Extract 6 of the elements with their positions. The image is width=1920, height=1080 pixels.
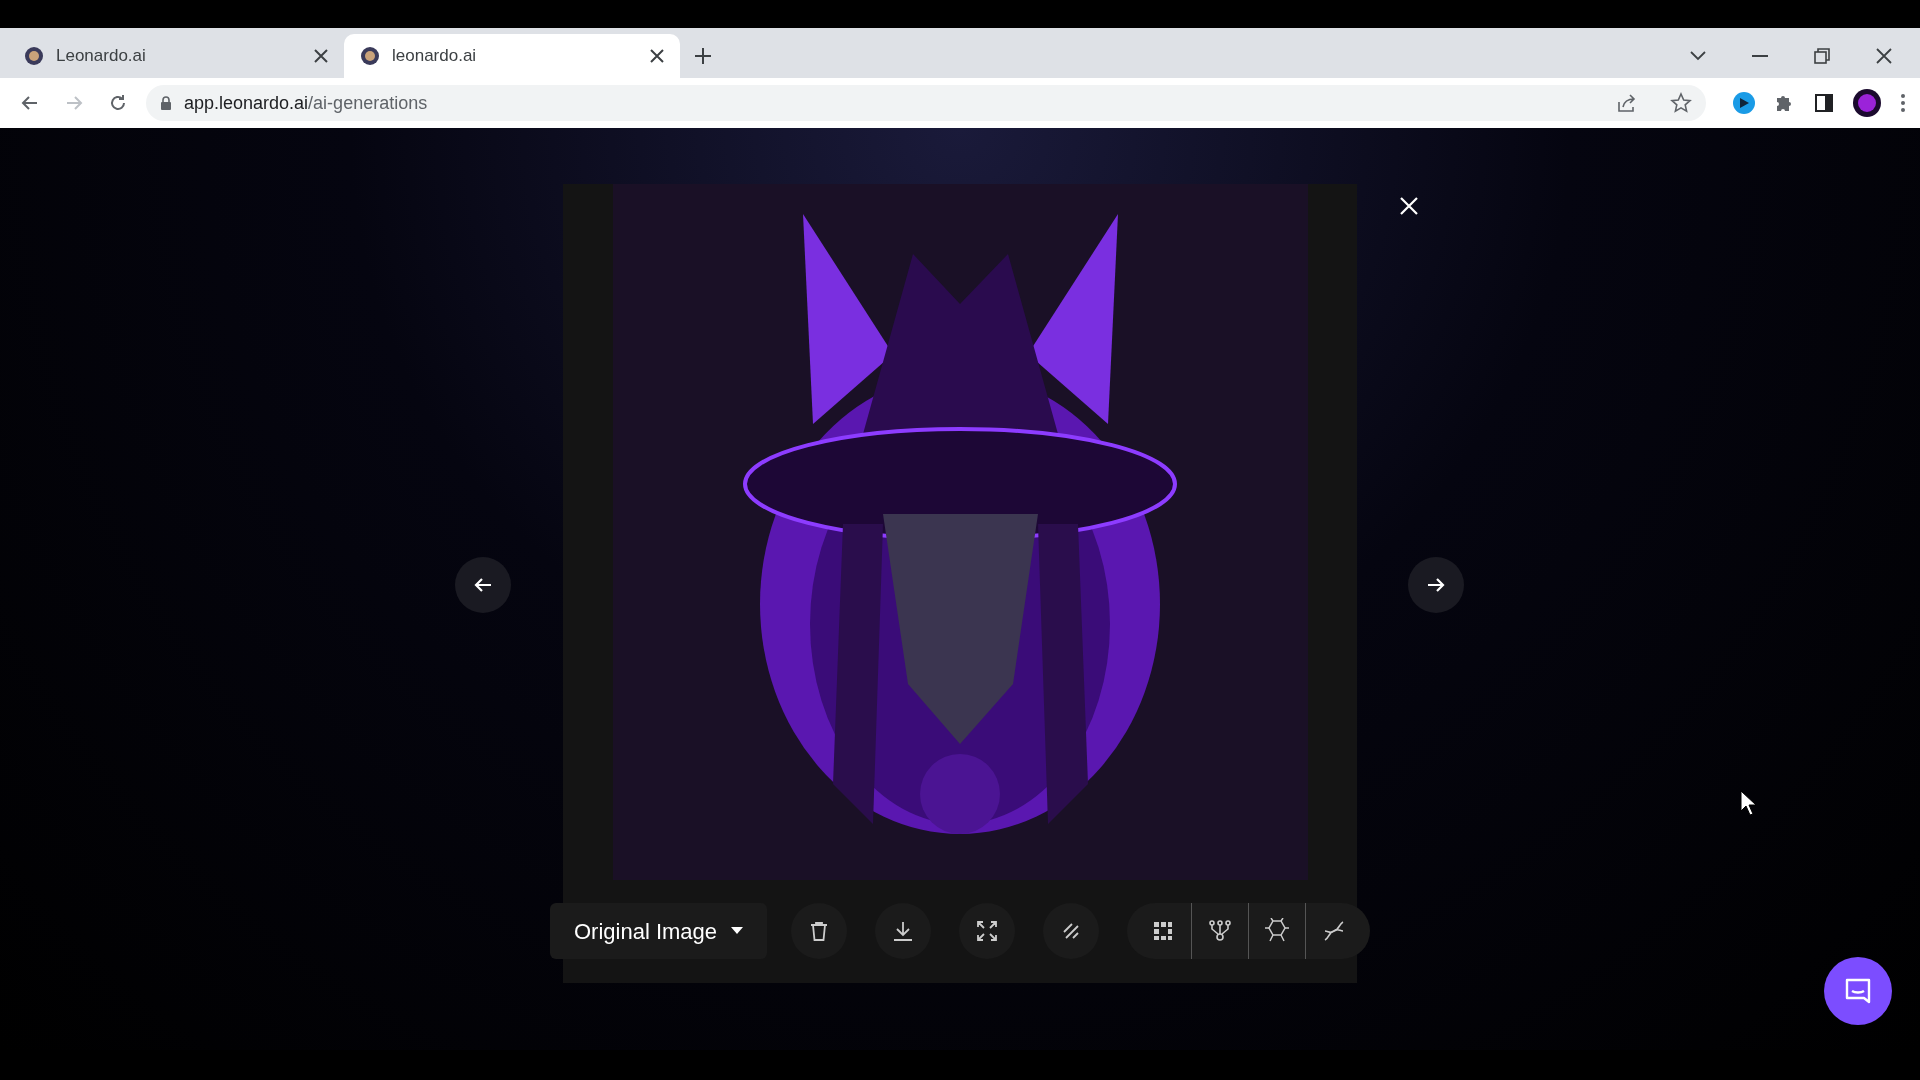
browser-tab[interactable]: leonardo.ai [344,34,680,78]
tab-title: Leonardo.ai [56,45,147,68]
tab-title: leonardo.ai [392,45,478,68]
address-bar[interactable]: app.leonardo.ai/ai-generations [146,85,1706,121]
image-variant-dropdown[interactable]: Original Image [549,903,768,959]
url-text: app.leonardo.ai/ai-generations [184,91,429,115]
